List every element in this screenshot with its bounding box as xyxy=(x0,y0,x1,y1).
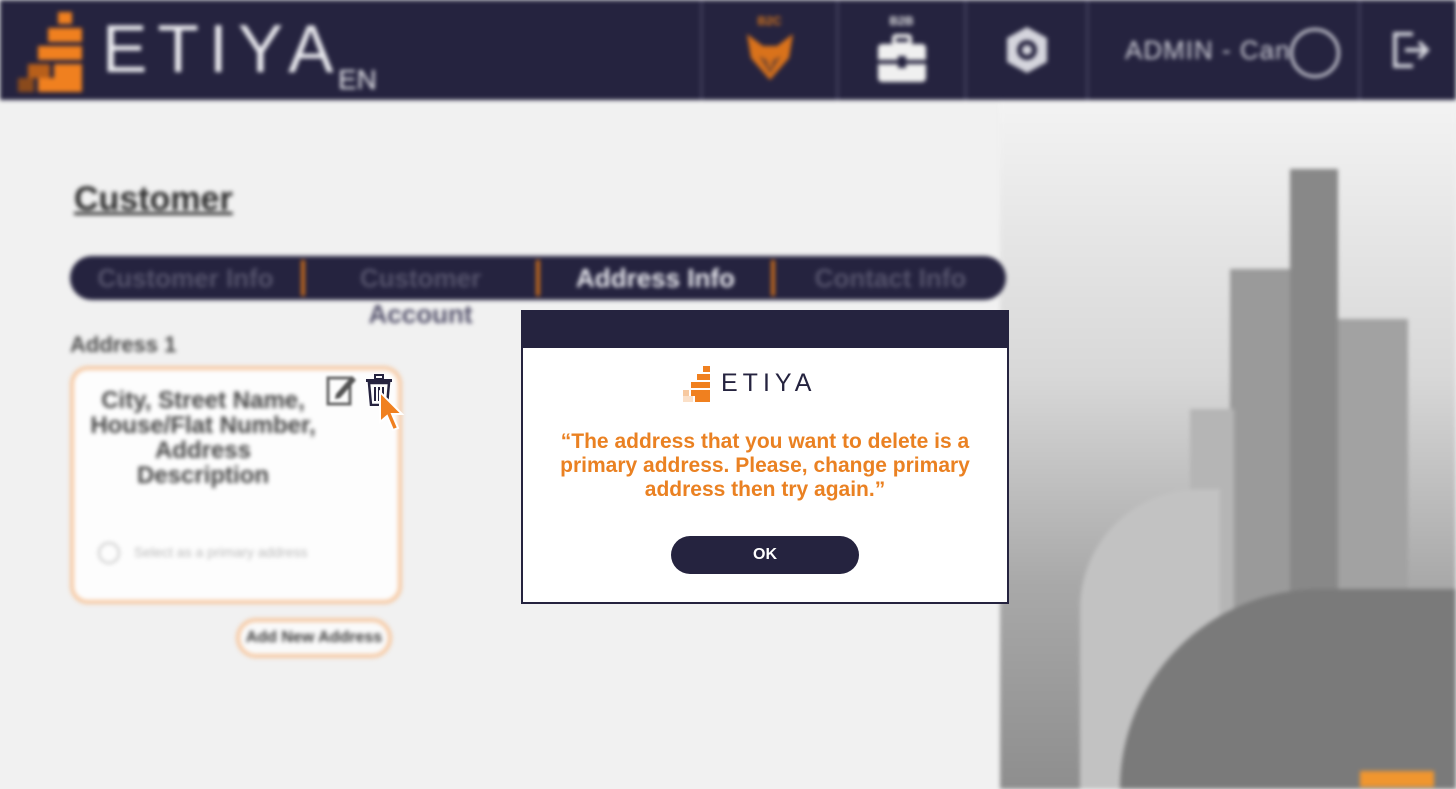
b2b-button[interactable]: B2B xyxy=(836,0,964,100)
address-title: Address 1 xyxy=(70,332,177,357)
pointer-cursor-icon xyxy=(379,390,405,432)
b2b-briefcase-icon xyxy=(877,34,926,82)
address-text: City, Street Name, House/Flat Number, Ad… xyxy=(90,387,316,489)
ok-button[interactable]: OK xyxy=(671,536,859,574)
page-title: Customer xyxy=(74,180,233,218)
dialog-header xyxy=(523,312,1007,348)
brand-name: ETIYA xyxy=(102,11,344,87)
settings-button[interactable] xyxy=(964,0,1086,100)
tab-customer-account[interactable]: Customer Account xyxy=(305,260,540,329)
b2b-label: B2B xyxy=(889,14,914,28)
user-name: ADMIN - Can xyxy=(1125,34,1291,65)
primary-address-radio[interactable] xyxy=(98,542,120,564)
corner-tag xyxy=(1360,771,1434,787)
language-switch[interactable]: EN xyxy=(338,64,377,96)
tab-contact-info[interactable]: Contact Info xyxy=(775,260,1006,296)
brand-area: ETIYA EN xyxy=(0,0,700,100)
customer-tabs: Customer Info Customer Account Address I… xyxy=(70,256,1006,329)
logout-icon xyxy=(1392,32,1430,68)
top-header: ETIYA EN B2C B2B ADMIN - Can xyxy=(0,0,1456,100)
tab-address-info[interactable]: Address Info xyxy=(540,260,775,296)
dialog-logo-text: ETIYA xyxy=(721,369,817,397)
edit-icon[interactable] xyxy=(326,372,356,406)
dialog-message: “The address that you want to delete is … xyxy=(560,430,970,501)
user-menu[interactable]: ADMIN - Can xyxy=(1086,0,1358,100)
primary-address-label: Select as a primary address xyxy=(134,544,308,560)
b2c-label: B2C xyxy=(757,14,782,28)
tab-customer-info[interactable]: Customer Info xyxy=(70,260,305,296)
logout-button[interactable] xyxy=(1358,0,1456,100)
settings-gear-icon xyxy=(1006,27,1047,73)
user-avatar-icon xyxy=(1290,28,1340,78)
b2c-fox-icon xyxy=(746,34,793,80)
etiya-logo-icon xyxy=(18,12,82,92)
b2c-button[interactable]: B2C xyxy=(700,0,836,100)
alert-dialog: ETIYA “The address that you want to dele… xyxy=(521,310,1009,604)
add-new-address-button[interactable]: Add New Address xyxy=(236,618,392,658)
background-cityscape-image xyxy=(1000,100,1456,789)
